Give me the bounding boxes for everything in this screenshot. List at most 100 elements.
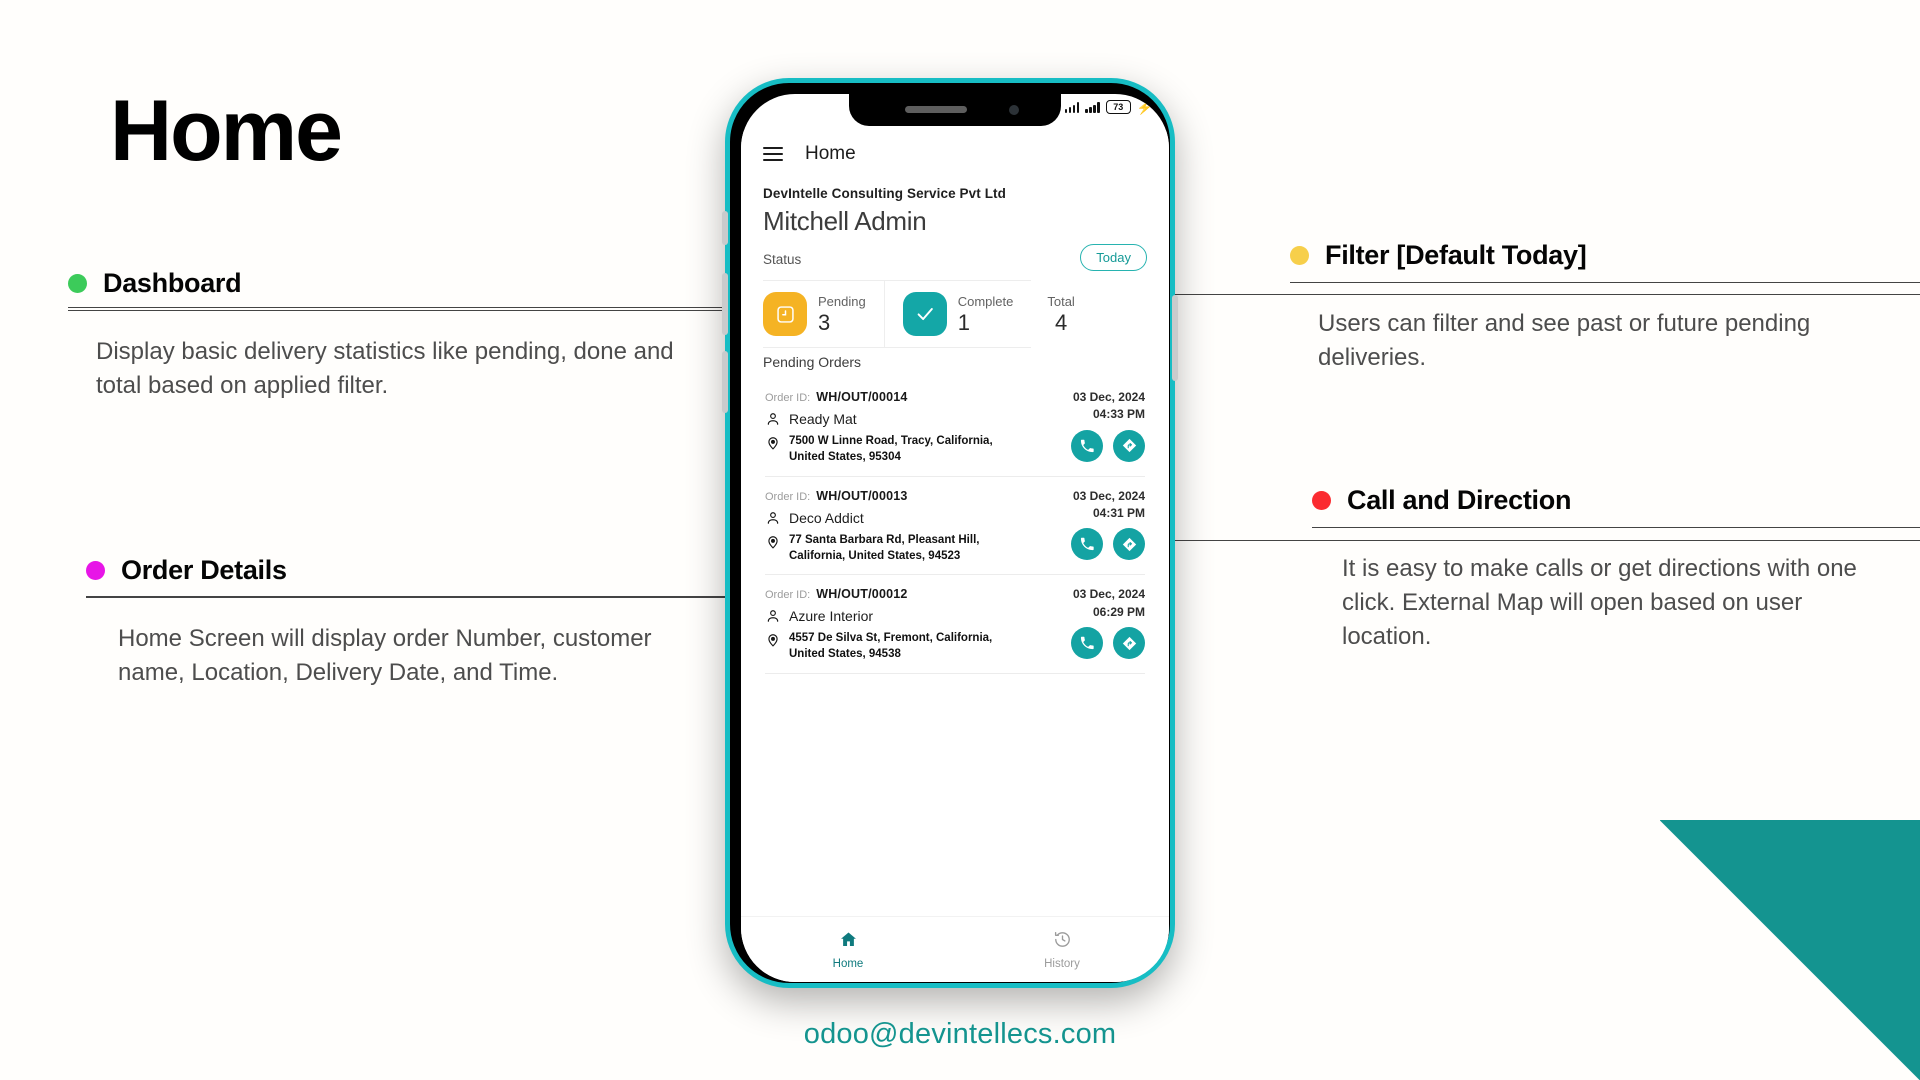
order-card[interactable]: Order ID: WH/OUT/00012 03 Dec, 2024 06:2… xyxy=(765,575,1145,675)
app-header: Home xyxy=(741,130,1169,178)
order-datetime: 03 Dec, 2024 04:31 PM xyxy=(1073,488,1145,523)
annotation-body: Display basic delivery statistics like p… xyxy=(96,338,674,400)
annotation-title: Dashboard xyxy=(103,268,242,298)
location-pin-icon xyxy=(765,434,780,451)
order-date: 03 Dec, 2024 xyxy=(1072,390,1145,404)
page-title: Home xyxy=(110,83,343,179)
order-id-value: WH/OUT/00014 xyxy=(816,390,908,404)
annotation-dashboard: Dashboard Display basic delivery statist… xyxy=(68,268,728,403)
annotation-header: Order Details xyxy=(86,555,731,586)
volume-down-button[interactable] xyxy=(722,351,728,413)
hamburger-icon[interactable] xyxy=(763,147,783,161)
person-icon xyxy=(765,608,780,623)
order-id-value: WH/OUT/00013 xyxy=(816,488,908,503)
status-card-total[interactable]: Total 4 xyxy=(1031,280,1074,348)
nav-item-label: Home xyxy=(832,957,864,970)
annotation-title: Call and Direction xyxy=(1347,485,1572,515)
status-card-value: 4 xyxy=(1054,309,1068,335)
directions-button[interactable] xyxy=(1113,627,1145,660)
status-card-text: Pending 3 xyxy=(818,293,866,335)
status-card-pending[interactable]: Pending 3 xyxy=(763,280,885,348)
annotation-order-details: Order Details Home Screen will display o… xyxy=(86,555,731,690)
check-icon xyxy=(902,292,947,336)
status-section-label: Status xyxy=(763,252,802,267)
order-id-label: Order ID: xyxy=(765,490,811,503)
phone-screen: 73 ⚡ Home DevIntelle Consulting Service … xyxy=(741,94,1169,982)
company-name: DevIntelle Consulting Service Pvt Ltd xyxy=(763,186,1007,201)
volume-up-button[interactable] xyxy=(722,273,728,335)
app-header-title: Home xyxy=(805,143,856,164)
status-card-text: Complete 1 xyxy=(958,293,1014,335)
mute-switch[interactable] xyxy=(722,211,728,245)
status-card-label: Total xyxy=(1047,294,1075,310)
phone-notch xyxy=(849,94,1061,126)
divider xyxy=(1290,282,1920,283)
annotation-call-direction: Call and Direction It is easy to make ca… xyxy=(1312,485,1920,654)
location-pin-icon xyxy=(765,631,780,648)
order-action-buttons xyxy=(1071,528,1145,561)
order-card[interactable]: Order ID: WH/OUT/00014 03 Dec, 2024 04:3… xyxy=(765,378,1145,477)
order-date: 03 Dec, 2024 xyxy=(1072,488,1145,503)
status-cards-row: Pending 3 Complete 1 Total 4 xyxy=(763,280,1147,348)
home-icon xyxy=(839,930,858,954)
user-name: Mitchell Admin xyxy=(763,206,927,236)
divider xyxy=(68,310,728,311)
directions-button[interactable] xyxy=(1113,528,1145,561)
order-date: 03 Dec, 2024 xyxy=(1072,587,1145,602)
power-button[interactable] xyxy=(1172,295,1178,381)
customer-address: 77 Santa Barbara Rd, Pleasant Hill, Cali… xyxy=(789,533,980,562)
bullet-dot-icon xyxy=(86,561,105,580)
customer-name: Deco Addict xyxy=(789,509,864,526)
status-card-value: 1 xyxy=(957,309,970,335)
nav-item-home[interactable]: Home xyxy=(741,917,955,982)
annotation-filter: Filter [Default Today] Users can filter … xyxy=(1290,240,1920,375)
order-datetime: 03 Dec, 2024 04:33 PM xyxy=(1073,389,1145,424)
status-card-value: 3 xyxy=(818,309,831,335)
status-card-label: Complete xyxy=(957,294,1014,310)
front-camera xyxy=(1009,105,1019,115)
divider xyxy=(1312,527,1920,528)
order-time: 04:33 PM xyxy=(1092,407,1145,422)
history-icon xyxy=(1053,930,1072,954)
phone-mockup: 73 ⚡ Home DevIntelle Consulting Service … xyxy=(722,78,1178,988)
status-card-text: Total 4 xyxy=(1047,293,1074,335)
wifi-signal-icon xyxy=(1085,101,1100,113)
status-card-complete[interactable]: Complete 1 xyxy=(884,280,1032,348)
order-time: 06:29 PM xyxy=(1092,604,1145,619)
call-button[interactable] xyxy=(1071,429,1103,462)
pending-orders-title: Pending Orders xyxy=(763,354,862,370)
cellular-signal-icon xyxy=(1064,101,1080,113)
person-icon xyxy=(765,411,780,426)
customer-address: 4557 De Silva St, Fremont, California, U… xyxy=(789,632,993,661)
directions-button[interactable] xyxy=(1113,429,1145,462)
order-id-label: Order ID: xyxy=(765,589,811,602)
call-button[interactable] xyxy=(1071,528,1103,561)
slide-canvas: Home Dashboard Display basic delivery st… xyxy=(0,0,1920,1080)
location-pin-icon xyxy=(765,533,780,550)
battery-indicator: 73 xyxy=(1105,100,1131,114)
filter-chip-today[interactable]: Today xyxy=(1080,244,1147,271)
order-time: 04:31 PM xyxy=(1092,506,1145,521)
customer-name: Ready Mat xyxy=(789,411,857,427)
annotation-title: Filter [Default Today] xyxy=(1325,240,1587,270)
nav-item-history[interactable]: History xyxy=(955,917,1169,982)
customer-name: Azure Interior xyxy=(789,608,874,625)
annotation-header: Call and Direction xyxy=(1312,485,1920,516)
order-card[interactable]: Order ID: WH/OUT/00013 03 Dec, 2024 04:3… xyxy=(765,477,1145,576)
annotation-body: Home Screen will display order Number, c… xyxy=(118,625,652,687)
bullet-dot-icon xyxy=(68,274,87,293)
annotation-header: Dashboard xyxy=(68,268,728,299)
status-card-label: Pending xyxy=(818,294,866,310)
customer-address: 7500 W Linne Road, Tracy, California, Un… xyxy=(789,435,993,463)
call-button[interactable] xyxy=(1071,627,1103,660)
footer-email[interactable]: odoo@devintellecs.com xyxy=(0,1018,1920,1051)
earpiece-speaker xyxy=(905,106,967,113)
divider xyxy=(86,597,731,598)
status-bar: 73 ⚡ xyxy=(1064,100,1153,114)
order-id-label: Order ID: xyxy=(765,392,811,404)
order-action-buttons xyxy=(1071,627,1145,660)
order-datetime: 03 Dec, 2024 06:29 PM xyxy=(1073,586,1145,621)
clock-icon xyxy=(763,292,807,336)
order-action-buttons xyxy=(1071,429,1145,462)
bullet-dot-icon xyxy=(1312,491,1331,510)
